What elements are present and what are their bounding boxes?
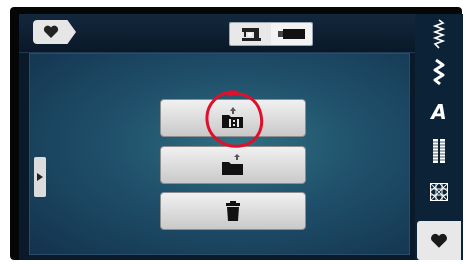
quilt-pattern-icon <box>430 183 448 201</box>
chevron-right-icon <box>37 173 43 181</box>
sidebar-item-favorites[interactable] <box>417 221 461 260</box>
decorative-stitch-icon <box>433 59 445 85</box>
zigzag-stitch-icon <box>433 19 445 49</box>
favorites-button[interactable] <box>33 20 76 44</box>
buttonhole-icon <box>433 139 445 163</box>
sewing-machine-icon <box>241 28 261 41</box>
folder-export-icon <box>222 154 243 175</box>
side-panel-handle[interactable] <box>34 157 46 197</box>
storage-mode-toggle[interactable] <box>229 22 313 46</box>
usb-stick-icon <box>277 29 305 39</box>
sidebar-item-quilt-stitches[interactable] <box>415 174 463 210</box>
trash-icon <box>226 201 240 221</box>
sidebar-item-alphabets[interactable]: A <box>415 94 463 130</box>
export-folder-button[interactable] <box>160 146 306 184</box>
alphabet-icon: A <box>431 100 447 124</box>
heart-icon <box>43 25 59 38</box>
top-bar <box>19 14 415 53</box>
machine-memory-tab[interactable] <box>230 23 271 45</box>
category-sidebar: A <box>415 14 463 260</box>
menu-panel <box>29 53 410 255</box>
sidebar-item-utility-stitches[interactable] <box>415 16 463 52</box>
delete-button[interactable] <box>160 192 306 230</box>
heart-icon <box>431 233 447 248</box>
touch-screen: A <box>19 14 463 260</box>
import-folder-button[interactable] <box>160 99 306 137</box>
folder-import-icon <box>222 107 243 128</box>
sidebar-item-buttonholes[interactable] <box>415 133 463 169</box>
sidebar-item-decorative-stitches[interactable] <box>415 54 463 90</box>
usb-memory-tab[interactable] <box>271 23 312 45</box>
